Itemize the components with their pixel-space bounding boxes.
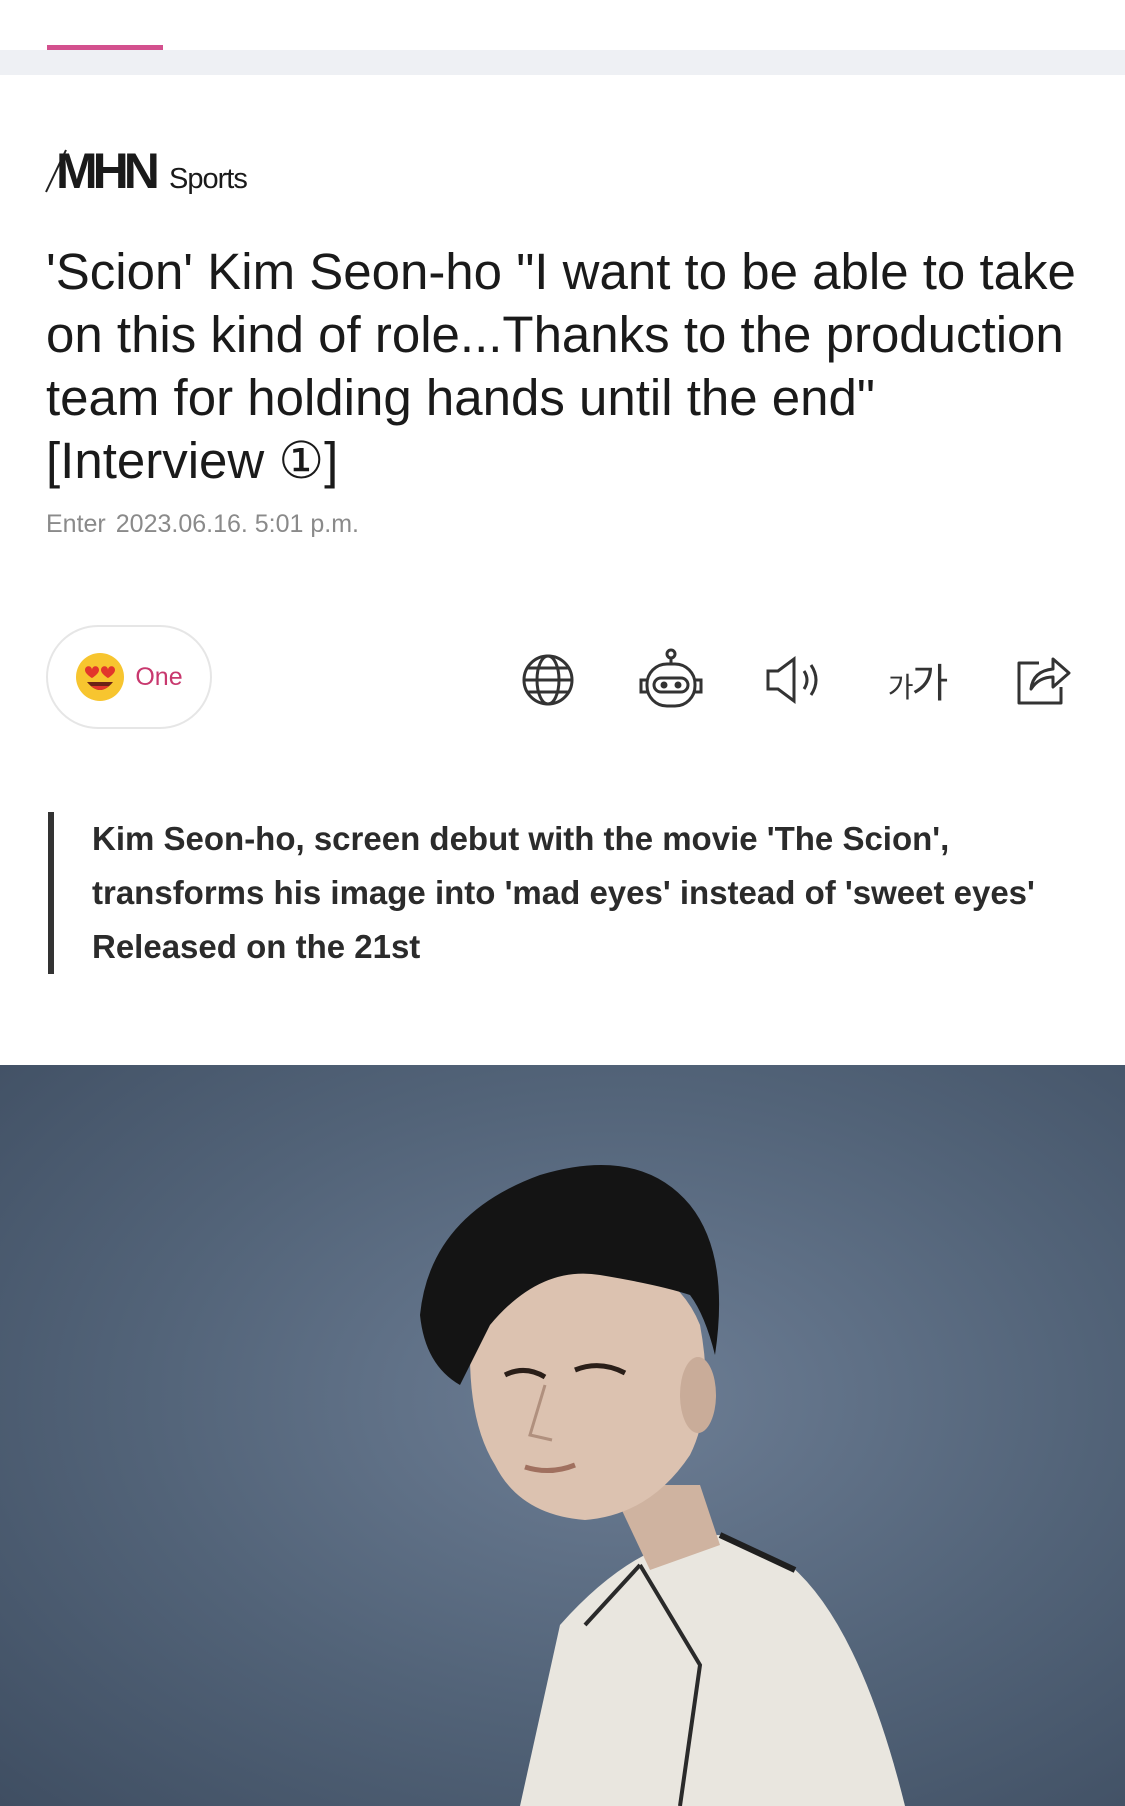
svg-text:Sports: Sports	[169, 163, 247, 195]
svg-text:MHN: MHN	[56, 144, 157, 196]
font-size-button[interactable]: 가가	[877, 640, 957, 720]
article-toolbar: 가가	[0, 640, 1125, 720]
subhead-line: Kim Seon-ho, screen debut with the movie…	[92, 820, 950, 857]
translate-button[interactable]	[508, 640, 588, 720]
ai-summary-button[interactable]	[631, 640, 711, 720]
article-photo[interactable]	[0, 1065, 1125, 1806]
active-tab-indicator	[47, 45, 163, 50]
subhead-line: Released on the 21st	[92, 928, 421, 965]
robot-icon	[639, 648, 703, 708]
speaker-icon	[766, 656, 818, 704]
share-icon	[1017, 657, 1071, 705]
share-button[interactable]	[1004, 640, 1084, 720]
listen-button[interactable]	[754, 640, 834, 720]
article-headline: 'Scion' Kim Seon-ho "I want to be able t…	[46, 243, 1076, 489]
subhead-line: transforms his image into 'mad eyes' ins…	[92, 874, 1035, 911]
font-size-icon: 가가	[887, 662, 949, 706]
date-label: Enter	[46, 510, 106, 538]
article-dateline: Enter 2023.06.16. 5:01 p.m.	[46, 510, 359, 539]
mhn-sports-logo-icon: MHN Sports	[45, 144, 248, 196]
date-value: 2023.06.16. 5:01 p.m.	[115, 510, 360, 538]
globe-icon	[522, 654, 574, 706]
top-divider	[0, 50, 1125, 75]
article-subhead: Kim Seon-ho, screen debut with the movie…	[48, 812, 1088, 974]
publisher-logo[interactable]: MHN Sports	[44, 140, 254, 196]
portrait-illustration	[420, 1165, 905, 1806]
top-bar	[0, 0, 1125, 76]
